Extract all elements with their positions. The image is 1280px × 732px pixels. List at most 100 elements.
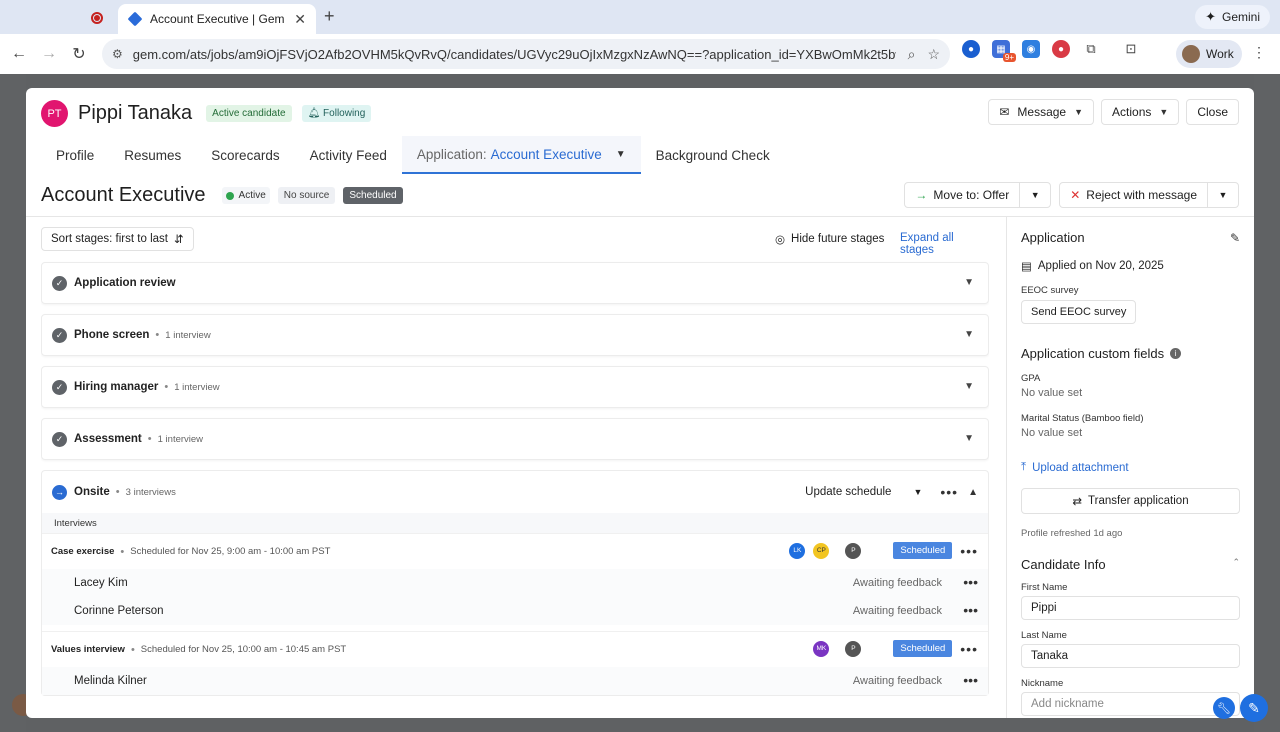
check-circle-icon: ✓ bbox=[52, 431, 67, 447]
upload-attachment-link[interactable]: ⤒ Upload attachment bbox=[1021, 461, 1240, 474]
first-name-field[interactable] bbox=[1021, 596, 1240, 620]
transfer-icon: ⇄ bbox=[1072, 496, 1083, 508]
sort-icon: ⇵ bbox=[173, 234, 184, 246]
expand-all-stages-link[interactable]: Expand all stages bbox=[900, 232, 989, 256]
chevron-down-icon: ▼ bbox=[1074, 107, 1084, 117]
gpa-value[interactable]: No value set bbox=[1021, 387, 1240, 399]
more-options-icon[interactable]: ••• bbox=[940, 484, 958, 500]
info-icon[interactable]: i bbox=[1170, 348, 1182, 359]
x-icon: ✕ bbox=[1070, 188, 1081, 202]
chevron-down-icon[interactable]: ▼ bbox=[964, 277, 974, 288]
candidate-avatar: PT bbox=[41, 100, 68, 127]
forward-icon[interactable]: → bbox=[34, 39, 64, 69]
transfer-application-button[interactable]: ⇄ Transfer application bbox=[1021, 488, 1240, 514]
scheduled-badge: Scheduled bbox=[343, 187, 403, 204]
edit-pencil-icon[interactable]: ✎ bbox=[1230, 231, 1240, 245]
recording-tab[interactable] bbox=[80, 8, 114, 28]
chevron-down-icon[interactable]: ▼ bbox=[964, 329, 974, 340]
chat-assistant-icon[interactable]: ✎ bbox=[1240, 694, 1268, 722]
chevron-down-icon[interactable]: ▼ bbox=[964, 381, 974, 392]
url-text: gem.com/ats/jobs/am9iOjFSVjO2Afb2OVHM5kQ… bbox=[132, 46, 896, 62]
stage-name: Application review bbox=[74, 277, 176, 289]
extension-red-icon[interactable]: ● bbox=[1052, 40, 1070, 58]
profile-button[interactable]: Work bbox=[1176, 40, 1242, 68]
arrow-right-circle-icon: → bbox=[52, 484, 67, 500]
wrench-icon[interactable]: 🔧︎ bbox=[1213, 697, 1235, 719]
update-schedule-button[interactable]: Update schedule bbox=[791, 486, 905, 498]
puzzle-extensions-icon[interactable]: ⧉ bbox=[1082, 40, 1100, 58]
search-tabs-icon[interactable]: ⊡ bbox=[1122, 40, 1140, 58]
interviewer-avatar: P bbox=[845, 542, 862, 559]
stages-toolbar: Sort stages: first to last ⇵ ◎ Hide futu… bbox=[41, 216, 989, 262]
upload-label: Upload attachment bbox=[1032, 461, 1129, 474]
hide-future-label: Hide future stages bbox=[791, 233, 885, 245]
more-options-icon[interactable]: ••• bbox=[960, 641, 978, 657]
actions-button[interactable]: Actions ▼ bbox=[1101, 99, 1180, 125]
scheduled-status-badge: Scheduled bbox=[893, 542, 953, 559]
chevron-up-icon[interactable]: ▲ bbox=[968, 487, 978, 498]
extension-camera-icon[interactable]: ◉ bbox=[1022, 40, 1040, 58]
move-to-offer-button[interactable]: → Move to: Offer bbox=[905, 183, 1021, 207]
last-name-field[interactable] bbox=[1021, 644, 1240, 668]
gemini-button[interactable]: ✦ Gemini bbox=[1195, 5, 1270, 29]
reload-icon[interactable]: ↻ bbox=[64, 39, 94, 69]
custom-fields-header: Application custom fields i bbox=[1021, 346, 1240, 361]
tab-application[interactable]: Application: Account Executive ▼ bbox=[401, 136, 641, 174]
update-schedule-dropdown-icon[interactable]: ▼ bbox=[905, 487, 930, 497]
more-options-icon[interactable]: ••• bbox=[963, 672, 978, 688]
address-bar[interactable]: ⚙ gem.com/ats/jobs/am9iOjFSVjO2Afb2OVHM5… bbox=[102, 39, 950, 69]
hide-future-stages-button[interactable]: ◎ Hide future stages bbox=[775, 232, 884, 246]
check-circle-icon: ✓ bbox=[52, 327, 67, 343]
extension-blue-icon[interactable]: ● bbox=[962, 40, 980, 58]
browser-menu-icon[interactable]: ⋮ bbox=[1252, 44, 1266, 61]
close-tab-icon[interactable]: ✕ bbox=[294, 11, 306, 28]
eye-off-icon: ◎ bbox=[775, 234, 786, 246]
stage-onsite: → Onsite • 3 interviews Update schedule … bbox=[41, 470, 989, 696]
more-options-icon[interactable]: ••• bbox=[963, 574, 978, 590]
tab-profile[interactable]: Profile bbox=[41, 136, 109, 174]
nickname-label: Nickname bbox=[1021, 678, 1064, 689]
onsite-header[interactable]: → Onsite • 3 interviews Update schedule … bbox=[42, 471, 988, 513]
following-badge[interactable]: 🔔︎ Following bbox=[301, 105, 372, 122]
interviews-header: Interviews bbox=[42, 513, 988, 533]
marital-status-value[interactable]: No value set bbox=[1021, 427, 1240, 439]
tab-background-check[interactable]: Background Check bbox=[641, 136, 785, 174]
back-icon[interactable]: ← bbox=[4, 39, 34, 69]
application-title: Application bbox=[1021, 230, 1085, 245]
job-status-badge: Active bbox=[221, 187, 270, 204]
send-eeoc-survey-button[interactable]: Send EEOC survey bbox=[1021, 300, 1137, 324]
active-candidate-badge: Active candidate bbox=[206, 105, 292, 122]
profile-refreshed-text: Profile refreshed 1d ago bbox=[1021, 528, 1123, 539]
tab-scorecards[interactable]: Scorecards bbox=[196, 136, 294, 174]
stage-assessment[interactable]: ✓ Assessment • 1 interview ▼ bbox=[41, 418, 989, 460]
more-options-icon[interactable]: ••• bbox=[963, 602, 978, 618]
reject-dropdown-icon[interactable]: ▼ bbox=[1208, 183, 1238, 207]
sort-stages-button[interactable]: Sort stages: first to last ⇵ bbox=[41, 227, 194, 251]
zoom-icon[interactable]: ⌕ bbox=[908, 46, 916, 63]
stage-phone-screen[interactable]: ✓ Phone screen • 1 interview ▼ bbox=[41, 314, 989, 356]
collapse-icon[interactable]: ⌃ bbox=[1232, 557, 1240, 572]
separator-dot: • bbox=[155, 329, 160, 341]
bookmark-star-icon[interactable]: ☆ bbox=[927, 46, 940, 63]
stage-application-review[interactable]: ✓ Application review ▼ bbox=[41, 262, 989, 304]
site-settings-icon[interactable]: ⚙ bbox=[112, 47, 123, 61]
reject-split-button: ✕ Reject with message ▼ bbox=[1059, 182, 1239, 208]
tab-resumes[interactable]: Resumes bbox=[109, 136, 196, 174]
nickname-field[interactable] bbox=[1021, 692, 1240, 716]
tab-activity-feed[interactable]: Activity Feed bbox=[295, 136, 402, 174]
gem-favicon-icon bbox=[127, 11, 143, 27]
chevron-down-icon[interactable]: ▼ bbox=[964, 433, 974, 444]
message-button[interactable]: ✉ Message ▼ bbox=[988, 99, 1095, 125]
extension-calendar-icon[interactable]: ▦ 9+ bbox=[992, 40, 1016, 62]
reject-button[interactable]: ✕ Reject with message bbox=[1060, 183, 1208, 207]
close-button[interactable]: Close bbox=[1186, 99, 1239, 125]
more-options-icon[interactable]: ••• bbox=[960, 543, 978, 559]
move-to-dropdown-icon[interactable]: ▼ bbox=[1020, 183, 1050, 207]
stage-hiring-manager[interactable]: ✓ Hiring manager • 1 interview ▼ bbox=[41, 366, 989, 408]
new-tab-icon[interactable]: + bbox=[324, 6, 335, 27]
browser-tab-active[interactable]: Account Executive | Gem ✕ bbox=[118, 4, 316, 34]
stage-name: Assessment bbox=[74, 433, 142, 445]
chevron-down-icon[interactable]: ▼ bbox=[616, 149, 626, 160]
application-section-header: Application ✎ bbox=[1021, 230, 1240, 245]
chevron-down-icon: ▼ bbox=[1159, 107, 1169, 117]
